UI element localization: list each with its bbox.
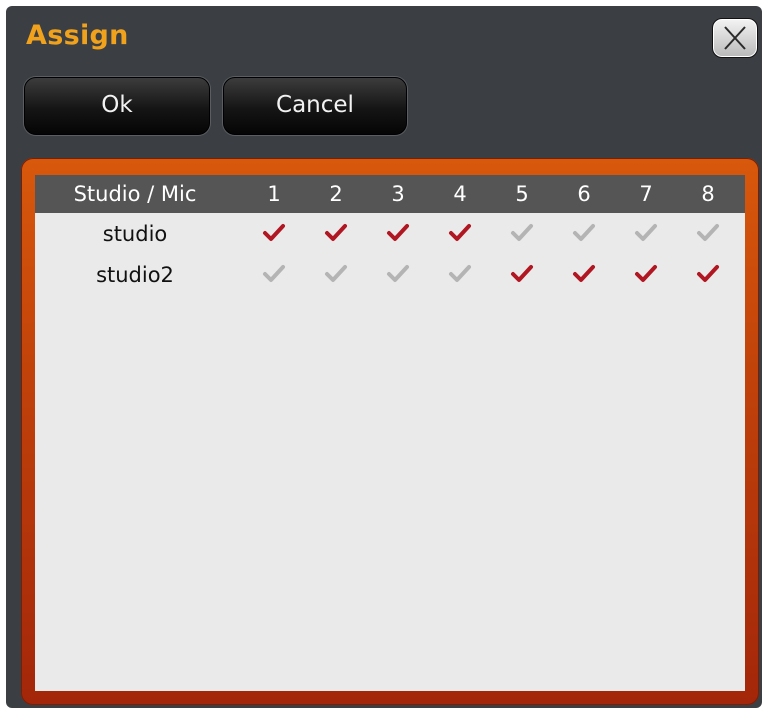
header-mic-2: 2	[329, 182, 343, 206]
dialog-title: Assign	[26, 20, 129, 51]
check-studio2-mic-8-icon[interactable]	[696, 263, 720, 285]
header-mic-3: 3	[391, 182, 405, 206]
close-button[interactable]	[712, 18, 758, 58]
header-mic-8: 8	[701, 182, 715, 206]
check-studio-mic-3-icon[interactable]	[386, 222, 410, 244]
check-studio2-mic-1-icon[interactable]	[262, 263, 286, 285]
check-studio2-mic-2-icon[interactable]	[324, 263, 348, 285]
check-studio-mic-2-icon[interactable]	[324, 222, 348, 244]
header-mic-4: 4	[453, 182, 467, 206]
assignment-panel: Studio / Mic 1 2 3 4 5 6 7 8 studio stud…	[21, 158, 759, 705]
check-studio2-mic-4-icon[interactable]	[448, 263, 472, 285]
check-studio-mic-1-icon[interactable]	[262, 222, 286, 244]
check-studio2-mic-3-icon[interactable]	[386, 263, 410, 285]
row-studio-label: studio	[102, 222, 168, 246]
check-studio-mic-8-icon[interactable]	[696, 222, 720, 244]
table-header-row: Studio / Mic 1 2 3 4 5 6 7 8	[35, 175, 745, 213]
check-studio2-mic-7-icon[interactable]	[634, 263, 658, 285]
assign-dialog: Assign Ok Cancel Studio / Mic 1 2 3 4 5 …	[6, 6, 762, 708]
assignment-table: Studio / Mic 1 2 3 4 5 6 7 8 studio stud…	[35, 175, 745, 691]
ok-button[interactable]: Ok	[24, 77, 210, 135]
check-studio-mic-7-icon[interactable]	[634, 222, 658, 244]
cancel-button[interactable]: Cancel	[223, 77, 407, 135]
check-studio-mic-6-icon[interactable]	[572, 222, 596, 244]
check-studio2-mic-6-icon[interactable]	[572, 263, 596, 285]
header-mic-1: 1	[267, 182, 281, 206]
header-mic-5: 5	[515, 182, 529, 206]
header-mic-6: 6	[577, 182, 591, 206]
check-studio-mic-5-icon[interactable]	[510, 222, 534, 244]
close-x-icon	[724, 26, 746, 50]
header-studio-mic: Studio / Mic	[73, 182, 197, 206]
header-mic-7: 7	[639, 182, 653, 206]
check-studio-mic-4-icon[interactable]	[448, 222, 472, 244]
row-studio2-label: studio2	[96, 263, 174, 287]
check-studio2-mic-5-icon[interactable]	[510, 263, 534, 285]
